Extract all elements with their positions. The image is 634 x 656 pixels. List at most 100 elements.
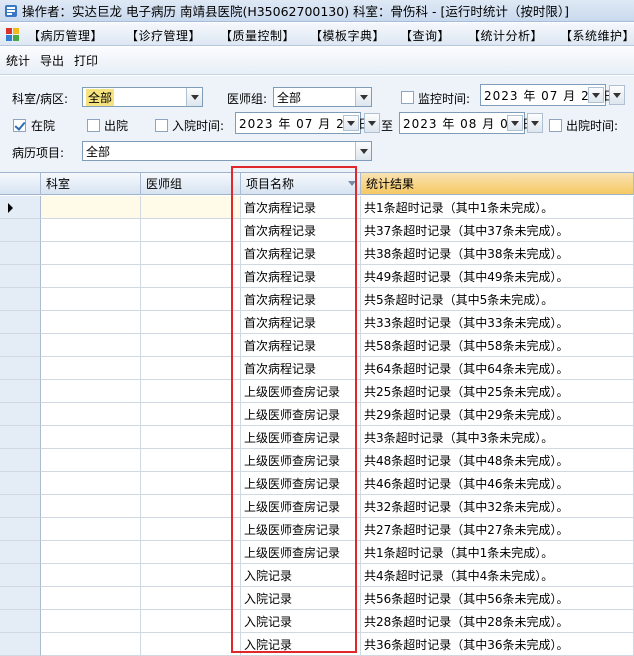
cell-item-name[interactable]: 上级医师查房记录 <box>241 541 361 564</box>
cell-doctor-group[interactable] <box>141 564 241 587</box>
cell-item-name[interactable]: 上级医师查房记录 <box>241 472 361 495</box>
table-row[interactable]: 上级医师查房记录 共27条超时记录（其中27条未完成）。 <box>0 518 634 541</box>
cell-doctor-group[interactable] <box>141 311 241 334</box>
cell-result[interactable]: 共46条超时记录（其中46条未完成）。 <box>361 472 634 495</box>
cell-item-name[interactable]: 入院记录 <box>241 564 361 587</box>
cell-doctor-group[interactable] <box>141 403 241 426</box>
cell-result[interactable]: 共49条超时记录（其中49条未完成）。 <box>361 265 634 288</box>
cell-doctor-group[interactable] <box>141 541 241 564</box>
cell-dept[interactable] <box>41 449 141 472</box>
table-row[interactable]: 首次病程记录 共49条超时记录（其中49条未完成）。 <box>0 265 634 288</box>
cell-item-name[interactable]: 上级医师查房记录 <box>241 426 361 449</box>
cell-result[interactable]: 共1条超时记录（其中1条未完成）。 <box>361 196 634 219</box>
menu-template-dictionary[interactable]: 【模板字典】 <box>310 27 385 44</box>
cell-item-name[interactable]: 首次病程记录 <box>241 334 361 357</box>
row-header[interactable] <box>0 426 41 449</box>
cell-item-name[interactable]: 入院记录 <box>241 610 361 633</box>
table-row[interactable]: 上级医师查房记录 共32条超时记录（其中32条未完成）。 <box>0 495 634 518</box>
cell-doctor-group[interactable] <box>141 334 241 357</box>
doctor-group-select[interactable]: 全部 <box>273 87 372 107</box>
cell-result[interactable]: 共27条超时记录（其中27条未完成）。 <box>361 518 634 541</box>
stat-button[interactable]: 统计 <box>6 52 30 69</box>
cell-dept[interactable] <box>41 518 141 541</box>
cell-doctor-group[interactable] <box>141 495 241 518</box>
cell-item-name[interactable]: 入院记录 <box>241 633 361 656</box>
column-header-doctor-group[interactable]: 医师组 <box>141 173 241 195</box>
cell-result[interactable]: 共29条超时记录（其中29条未完成）。 <box>361 403 634 426</box>
cell-dept[interactable] <box>41 380 141 403</box>
table-row[interactable]: 上级医师查房记录 共48条超时记录（其中48条未完成）。 <box>0 449 634 472</box>
cell-result[interactable]: 共64条超时记录（其中64条未完成）。 <box>361 357 634 380</box>
cell-dept[interactable] <box>41 495 141 518</box>
cell-result[interactable]: 共32条超时记录（其中32条未完成）。 <box>361 495 634 518</box>
cell-doctor-group[interactable] <box>141 587 241 610</box>
row-header[interactable] <box>0 449 41 472</box>
cell-dept[interactable] <box>41 633 141 656</box>
row-header[interactable] <box>0 541 41 564</box>
monitor-date-spin-button[interactable] <box>609 85 625 105</box>
chevron-down-icon[interactable] <box>355 88 371 106</box>
cell-doctor-group[interactable] <box>141 472 241 495</box>
row-header[interactable] <box>0 242 41 265</box>
cell-doctor-group[interactable] <box>141 357 241 380</box>
cell-dept[interactable] <box>41 242 141 265</box>
cell-dept[interactable] <box>41 288 141 311</box>
cell-item-name[interactable]: 上级医师查房记录 <box>241 518 361 541</box>
cell-doctor-group[interactable] <box>141 380 241 403</box>
cell-dept[interactable] <box>41 472 141 495</box>
row-header[interactable] <box>0 472 41 495</box>
cell-dept[interactable] <box>41 265 141 288</box>
cell-dept[interactable] <box>41 587 141 610</box>
dept-select[interactable]: 全部 <box>82 87 203 107</box>
cell-item-name[interactable]: 首次病程记录 <box>241 196 361 219</box>
table-row[interactable]: 入院记录 共28条超时记录（其中28条未完成）。 <box>0 610 634 633</box>
cell-result[interactable]: 共37条超时记录（其中37条未完成）。 <box>361 219 634 242</box>
row-header[interactable] <box>0 288 41 311</box>
chevron-down-icon[interactable] <box>186 88 202 106</box>
calendar-dropdown-icon[interactable] <box>507 115 523 131</box>
cell-item-name[interactable]: 首次病程记录 <box>241 265 361 288</box>
row-header[interactable] <box>0 265 41 288</box>
cell-result[interactable]: 共33条超时记录（其中33条未完成）。 <box>361 311 634 334</box>
row-header[interactable] <box>0 219 41 242</box>
table-row[interactable]: 上级医师查房记录 共46条超时记录（其中46条未完成）。 <box>0 472 634 495</box>
row-header[interactable] <box>0 587 41 610</box>
table-row[interactable]: 上级医师查房记录 共29条超时记录（其中29条未完成）。 <box>0 403 634 426</box>
cell-dept[interactable] <box>41 610 141 633</box>
cell-item-name[interactable]: 首次病程记录 <box>241 219 361 242</box>
print-button[interactable]: 打印 <box>74 52 98 69</box>
row-header[interactable] <box>0 196 41 219</box>
table-row[interactable]: 上级医师查房记录 共25条超时记录（其中25条未完成）。 <box>0 380 634 403</box>
row-header[interactable] <box>0 564 41 587</box>
cell-item-name[interactable]: 上级医师查房记录 <box>241 403 361 426</box>
record-item-select[interactable]: 全部 <box>82 141 372 161</box>
chevron-down-icon[interactable] <box>355 142 371 160</box>
admit-from-spin-button[interactable] <box>364 113 380 133</box>
cell-result[interactable]: 共28条超时记录（其中28条未完成）。 <box>361 610 634 633</box>
menu-statistics[interactable]: 【统计分析】 <box>468 27 543 44</box>
column-header-item-name[interactable]: 项目名称 <box>241 173 361 195</box>
row-header[interactable] <box>0 403 41 426</box>
cell-doctor-group[interactable] <box>141 265 241 288</box>
discharged-checkbox[interactable] <box>87 119 100 132</box>
cell-doctor-group[interactable] <box>141 196 241 219</box>
cell-item-name[interactable]: 首次病程记录 <box>241 357 361 380</box>
calendar-dropdown-icon[interactable] <box>343 115 359 131</box>
table-row[interactable]: 首次病程记录 共38条超时记录（其中38条未完成）。 <box>0 242 634 265</box>
row-header[interactable] <box>0 334 41 357</box>
cell-doctor-group[interactable] <box>141 288 241 311</box>
export-button[interactable]: 导出 <box>40 52 64 69</box>
row-header[interactable] <box>0 380 41 403</box>
cell-result[interactable]: 共58条超时记录（其中58条未完成）。 <box>361 334 634 357</box>
cell-dept[interactable] <box>41 311 141 334</box>
cell-doctor-group[interactable] <box>141 242 241 265</box>
discharge-time-checkbox[interactable] <box>549 119 562 132</box>
cell-dept[interactable] <box>41 357 141 380</box>
table-row[interactable]: 上级医师查房记录 共1条超时记录（其中1条未完成）。 <box>0 541 634 564</box>
cell-dept[interactable] <box>41 541 141 564</box>
menu-system-maintenance[interactable]: 【系统维护】 <box>560 27 634 44</box>
column-header-result[interactable]: 统计结果 <box>361 173 634 195</box>
cell-dept[interactable] <box>41 219 141 242</box>
in-hospital-checkbox[interactable] <box>13 119 26 132</box>
cell-doctor-group[interactable] <box>141 449 241 472</box>
